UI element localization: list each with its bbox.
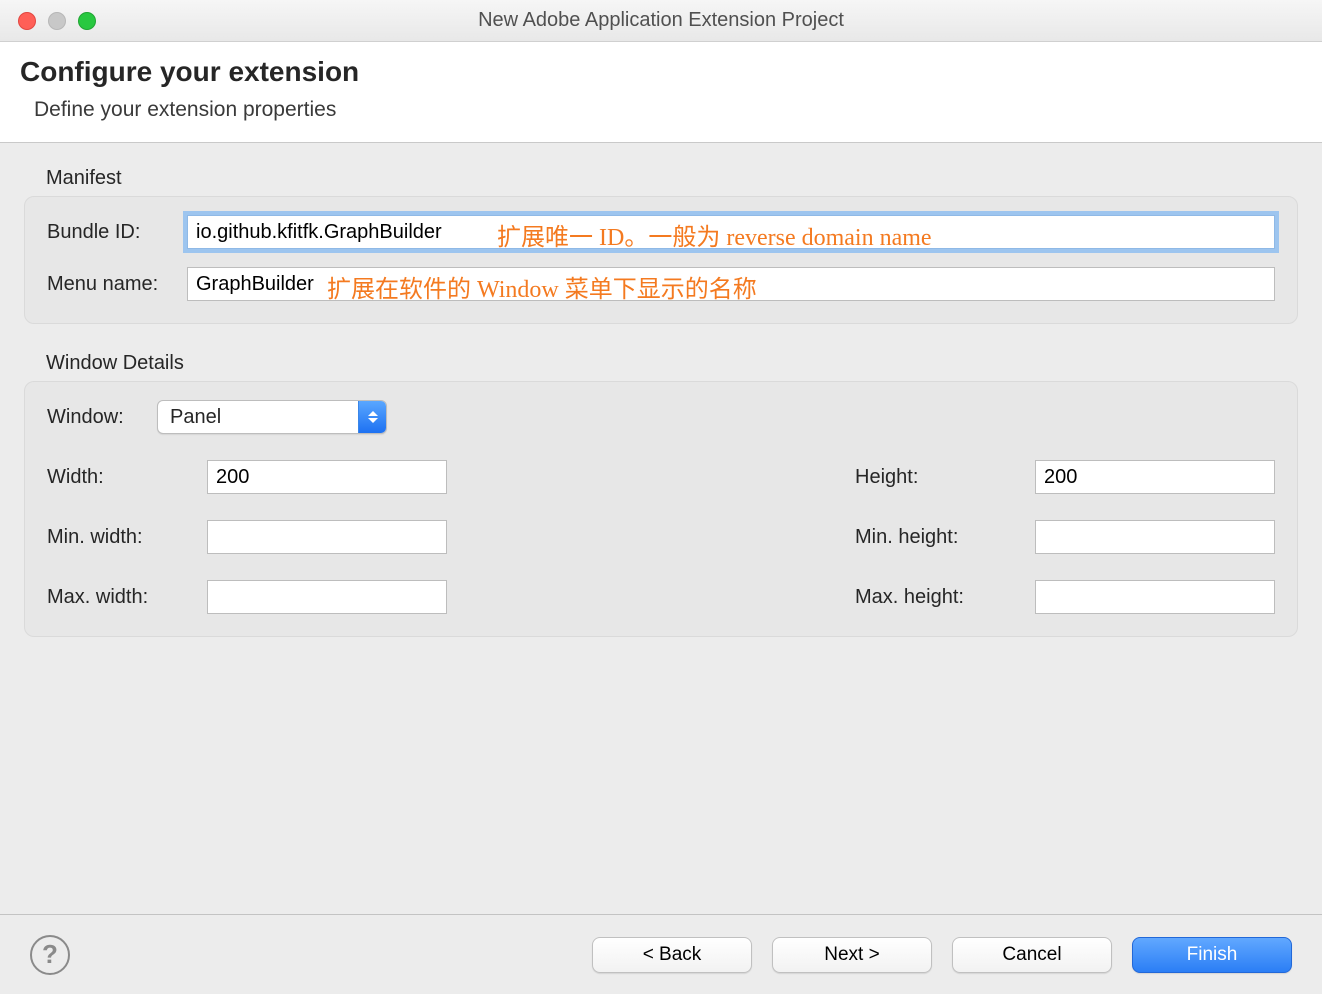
height-input[interactable] xyxy=(1035,460,1275,494)
menu-name-input[interactable] xyxy=(187,267,1275,301)
max-height-input[interactable] xyxy=(1035,580,1275,614)
wizard-header: Configure your extension Define your ext… xyxy=(0,42,1322,143)
window-details-section-label: Window Details xyxy=(46,352,1298,375)
next-button[interactable]: Next > xyxy=(772,937,932,973)
max-width-label: Max. width: xyxy=(47,586,207,609)
bundle-id-input[interactable] xyxy=(187,215,1275,249)
window-controls xyxy=(18,12,96,30)
window-type-value: Panel xyxy=(158,406,358,429)
width-input[interactable] xyxy=(207,460,447,494)
window-type-label: Window: xyxy=(47,406,157,429)
wizard-body: Manifest Bundle ID: 扩展唯一 ID。一般为 reverse … xyxy=(0,143,1322,637)
finish-button[interactable]: Finish xyxy=(1132,937,1292,973)
max-width-input[interactable] xyxy=(207,580,447,614)
help-icon: ? xyxy=(42,939,58,970)
min-height-label: Min. height: xyxy=(855,526,1035,549)
window-details-panel: Window: Panel Width: Height: Min. width:… xyxy=(24,381,1298,637)
window-type-select[interactable]: Panel xyxy=(157,400,387,434)
height-label: Height: xyxy=(855,466,1035,489)
cancel-button[interactable]: Cancel xyxy=(952,937,1112,973)
minimize-window-button[interactable] xyxy=(48,12,66,30)
window-title: New Adobe Application Extension Project xyxy=(0,9,1322,32)
wizard-footer: ? < Back Next > Cancel Finish xyxy=(0,914,1322,994)
close-window-button[interactable] xyxy=(18,12,36,30)
min-height-input[interactable] xyxy=(1035,520,1275,554)
page-title: Configure your extension xyxy=(20,56,1302,88)
zoom-window-button[interactable] xyxy=(78,12,96,30)
titlebar: New Adobe Application Extension Project xyxy=(0,0,1322,42)
select-stepper-icon xyxy=(358,401,386,433)
max-height-label: Max. height: xyxy=(855,586,1035,609)
menu-name-label: Menu name: xyxy=(47,273,187,296)
bundle-id-label: Bundle ID: xyxy=(47,221,187,244)
help-button[interactable]: ? xyxy=(30,935,70,975)
manifest-section-label: Manifest xyxy=(46,167,1298,190)
page-subtitle: Define your extension properties xyxy=(34,98,1302,122)
back-button[interactable]: < Back xyxy=(592,937,752,973)
min-width-label: Min. width: xyxy=(47,526,207,549)
min-width-input[interactable] xyxy=(207,520,447,554)
width-label: Width: xyxy=(47,466,207,489)
manifest-panel: Bundle ID: 扩展唯一 ID。一般为 reverse domain na… xyxy=(24,196,1298,324)
